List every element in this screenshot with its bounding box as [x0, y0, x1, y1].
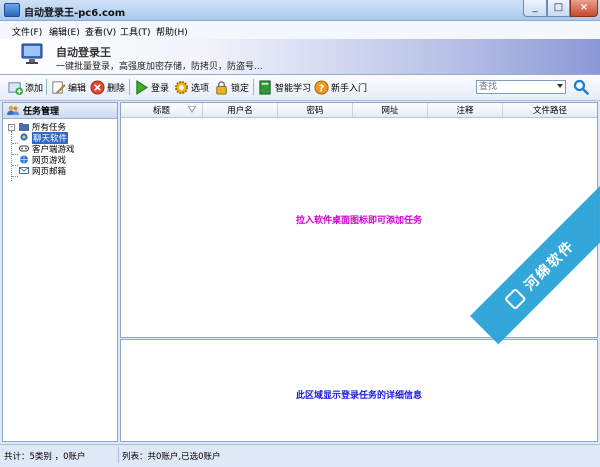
menu-tools[interactable]: 工具(T) — [120, 25, 151, 38]
drop-hint: 拉入软件桌面图标即可添加任务 — [295, 216, 422, 226]
help-icon: ? — [314, 79, 329, 95]
column-title[interactable]: 标题 — [121, 103, 203, 117]
lock-label: 锁定 — [231, 83, 250, 94]
app-icon — [4, 3, 20, 17]
users-icon — [7, 105, 19, 115]
column-label: 注释 — [456, 106, 474, 116]
toolbar-separator — [253, 79, 254, 95]
gamepad-icon — [19, 145, 29, 152]
column-file-path[interactable]: 文件路径 — [503, 103, 597, 117]
add-icon — [8, 81, 23, 95]
edit-icon — [52, 80, 66, 94]
delete-label: 删除 — [107, 83, 126, 94]
tree-item-web-games[interactable]: 网页游戏 — [19, 154, 66, 166]
task-panel: 任务管理 - 所有任务 聊天软件 客户端游戏 网页游戏 网页邮箱 — [2, 102, 118, 442]
banner-title: 自动登录王 — [56, 46, 111, 59]
tree-item-label: 网页邮箱 — [32, 166, 67, 177]
detail-hint: 此区域显示登录任务的详细信息 — [295, 391, 422, 401]
menu-edit[interactable]: 编辑(E) — [49, 25, 80, 38]
options-button[interactable]: 选项 — [174, 78, 209, 96]
options-label: 选项 — [191, 83, 210, 94]
close-button[interactable]: × — [570, 0, 598, 17]
toolbar-separator — [129, 79, 130, 95]
tree-item-chat-software[interactable]: 聊天软件 — [19, 131, 69, 144]
tree-item-web-mail[interactable]: 网页邮箱 — [19, 165, 67, 177]
column-password[interactable]: 密码 — [278, 103, 353, 117]
toolbar: 添加 编辑 删除 登录 选项 锁定 智能学习 ? 新手入门 查找 — [0, 75, 600, 101]
task-panel-header: 任务管理 — [3, 103, 117, 119]
menu-bar: 文件(F) 编辑(E) 查看(V) 工具(T) 帮助(H) — [0, 21, 600, 39]
column-url[interactable]: 网址 — [353, 103, 428, 117]
title-bar: 自动登录王-pc6.com _ □ × — [0, 0, 600, 21]
play-icon — [136, 79, 148, 95]
minimize-button[interactable]: _ — [523, 0, 547, 17]
chat-icon — [20, 133, 28, 141]
lock-button[interactable]: 锁定 — [214, 78, 249, 96]
column-label: 网址 — [381, 106, 399, 116]
status-list-info: 列表：共0账户,已选0账户 — [122, 452, 221, 462]
monitor-icon — [21, 43, 43, 64]
beginner-label: 新手入门 — [331, 83, 368, 94]
sort-icon — [188, 106, 196, 113]
banner: 自动登录王 一键批量登录，高强度加密存储，防拷贝，防盗号... — [0, 39, 600, 75]
status-summary: 共计：5类别 ，0账户 — [4, 452, 86, 462]
task-panel-title: 任务管理 — [23, 107, 60, 117]
book-icon — [259, 79, 271, 95]
delete-button[interactable]: 删除 — [90, 78, 125, 96]
edit-label: 编辑 — [68, 83, 87, 94]
add-label: 添加 — [25, 83, 44, 94]
watermark-logo-icon — [503, 287, 527, 311]
folder-icon — [19, 123, 29, 131]
edit-button[interactable]: 编辑 — [51, 78, 86, 96]
status-separator — [118, 447, 119, 463]
globe-icon — [20, 155, 28, 164]
tree-item-client-games[interactable]: 客户端游戏 — [19, 143, 75, 155]
menu-help[interactable]: 帮助(H) — [156, 25, 188, 38]
grid-header: 标题 用户名 密码 网址 注释 文件路径 — [121, 103, 597, 118]
beginner-button[interactable]: ? 新手入门 — [314, 78, 367, 96]
login-button[interactable]: 登录 — [134, 78, 169, 96]
column-label: 文件路径 — [532, 106, 567, 116]
add-button[interactable]: 添加 — [8, 78, 43, 96]
search-combobox[interactable] — [476, 80, 566, 94]
smart-learn-button[interactable]: 智能学习 — [258, 78, 311, 96]
window-title: 自动登录王-pc6.com — [24, 8, 126, 19]
tree-item-all-tasks[interactable]: 所有任务 — [19, 121, 66, 133]
toolbar-separator — [46, 79, 47, 95]
chevron-down-icon[interactable] — [557, 84, 563, 88]
svg-text:?: ? — [319, 83, 324, 94]
search-input[interactable] — [477, 81, 559, 93]
status-bar: 共计：5类别 ，0账户 列表：共0账户,已选0账户 — [0, 444, 600, 467]
smart-learn-label: 智能学习 — [275, 83, 312, 94]
column-label: 密码 — [306, 106, 324, 116]
menu-view[interactable]: 查看(V) — [85, 25, 116, 38]
gear-icon — [174, 80, 189, 94]
maximize-button[interactable]: □ — [547, 0, 570, 17]
login-label: 登录 — [151, 83, 170, 94]
lock-icon — [216, 80, 227, 95]
menu-file[interactable]: 文件(F) — [12, 25, 42, 38]
column-username[interactable]: 用户名 — [203, 103, 278, 117]
detail-panel: 此区域显示登录任务的详细信息 — [120, 339, 598, 442]
mail-icon — [19, 167, 29, 174]
column-label: 用户名 — [227, 106, 253, 116]
search-icon[interactable] — [573, 79, 589, 95]
tree-expander[interactable]: - — [8, 124, 15, 131]
column-label: 标题 — [152, 106, 170, 116]
delete-icon — [90, 79, 105, 95]
column-notes[interactable]: 注释 — [428, 103, 503, 117]
banner-slogan: 一键批量登录，高强度加密存储，防拷贝，防盗号... — [56, 62, 263, 72]
